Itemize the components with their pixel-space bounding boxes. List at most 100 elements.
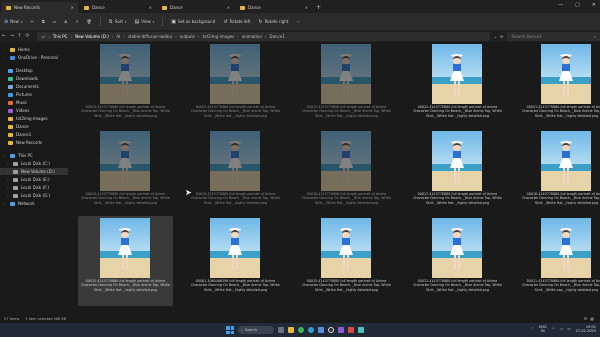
chevron-right-icon[interactable]: › (4, 48, 7, 52)
tiles-view-icon[interactable]: ▦ (590, 316, 594, 321)
tray-overflow-icon[interactable]: ⌃ (531, 327, 534, 331)
wifi-icon[interactable]: ◠ (552, 327, 555, 331)
sidebar-item-network[interactable]: › Network (4, 200, 35, 207)
delete-icon[interactable]: 🗑 (87, 19, 92, 24)
close-icon[interactable]: ✕ (305, 5, 308, 10)
chevron-right-icon[interactable]: › (7, 194, 10, 198)
sidebar-item-videos[interactable]: Videos (8, 107, 29, 114)
sidebar-item-desktop[interactable]: Desktop (8, 67, 33, 74)
sidebar-item-pictures[interactable]: Pictures (8, 91, 32, 98)
sidebar-item-home[interactable]: › Home (4, 46, 30, 53)
close-icon[interactable]: ✕ (592, 2, 596, 8)
chrome-icon[interactable] (298, 327, 304, 333)
view-button[interactable]: ▤ View ▾ (135, 19, 155, 25)
rotate-right-button[interactable]: ↻ Rotate right (258, 19, 288, 25)
taskbar-search[interactable]: ⌕ Search (238, 326, 274, 334)
file-item[interactable]: 00022-4143770880-full length portrait of… (410, 42, 505, 132)
chevron-right-icon[interactable]: › (7, 186, 10, 190)
app-icon[interactable] (358, 327, 364, 333)
set-background-button[interactable]: ▣ Set as background (171, 19, 215, 25)
store-icon[interactable] (318, 327, 324, 333)
sidebar-item-music[interactable]: Music (8, 99, 27, 106)
tab-3[interactable]: Dance ✕ (236, 2, 312, 13)
chevron-right-icon[interactable]: › (7, 170, 10, 174)
sidebar-item-local-disk-e[interactable]: › Local Disk (E:) (7, 176, 50, 183)
tab-0[interactable]: New Records ✕ (2, 2, 78, 13)
file-item[interactable]: 00020-4143770880-full length portrait of… (78, 129, 173, 219)
sidebar-item-txt2img-images[interactable]: txt2img-images (8, 115, 48, 122)
sort-button[interactable]: ⇅ Sort ▾ (109, 19, 127, 25)
sidebar-item-dance1[interactable]: Dance1 (8, 131, 31, 138)
maximize-icon[interactable]: ▢ (575, 2, 580, 8)
file-item[interactable]: 00015-4143770880-full length portrait of… (78, 216, 173, 306)
file-item[interactable]: 00024-4143770880-full length portrait of… (188, 42, 283, 132)
chevron-right-icon[interactable]: › (4, 56, 7, 60)
file-item[interactable]: 00016-4143770880-full length portrait of… (519, 129, 600, 219)
sidebar-item-this-pc[interactable]: › This PC (4, 152, 33, 159)
breadcrumb-item[interactable]: animation (242, 34, 262, 39)
app-icon[interactable] (348, 327, 354, 333)
file-item[interactable]: 00021-4143770880-full length portrait of… (519, 42, 600, 132)
file-item[interactable]: 00011-4143770880-full length portrait of… (519, 216, 600, 306)
chevron-right-icon[interactable]: › (4, 154, 7, 158)
language-indicator[interactable]: ENG IN (539, 325, 547, 333)
breadcrumb-item[interactable]: Dance1 (270, 34, 285, 39)
rotate-left-button[interactable]: ↺ Rotate left (223, 19, 250, 25)
new-button[interactable]: ⊕ New ▾ (4, 19, 22, 25)
file-item[interactable]: 00025-4143770880-full length portrait of… (78, 42, 173, 132)
paste-icon[interactable]: ▭ (53, 19, 57, 24)
file-item[interactable]: 00001-1080486396-full length portrait of… (188, 216, 283, 306)
close-icon[interactable]: ✕ (227, 5, 230, 10)
clock[interactable]: 19:01 27-02-2023 (576, 325, 596, 333)
task-view-icon[interactable] (278, 327, 284, 333)
file-item[interactable]: 00012-4143770880-full length portrait of… (410, 216, 505, 306)
breadcrumb-item[interactable]: This PC (53, 34, 68, 39)
sidebar-item-new-volume-d[interactable]: › New Volume (D:) (0, 168, 68, 175)
file-explorer-icon[interactable] (288, 327, 294, 333)
cut-icon[interactable]: ✂ (30, 19, 33, 24)
chevron-right-icon[interactable]: › (4, 202, 7, 206)
breadcrumb-item[interactable]: New Volume (D:) (75, 34, 109, 39)
close-icon[interactable]: ✕ (149, 5, 152, 10)
more-options-icon[interactable]: ··· (296, 19, 300, 24)
sidebar-item-local-disk-g[interactable]: › Local Disk (G:) (7, 192, 50, 199)
tab-2[interactable]: Dance ✕ (158, 2, 234, 13)
breadcrumb-item[interactable]: txt2img-images (203, 34, 235, 39)
forward-icon[interactable]: → (8, 33, 16, 39)
sidebar-item-new-records[interactable]: New Records (8, 139, 42, 146)
minimize-icon[interactable]: — (558, 2, 563, 8)
chevron-right-icon[interactable]: › (7, 178, 10, 182)
breadcrumb-item[interactable]: outputs (180, 34, 195, 39)
edge-icon[interactable] (308, 327, 314, 333)
chevron-right-icon[interactable]: › (7, 162, 10, 166)
breadcrumb-item[interactable]: stable-diffusion-webui (128, 34, 172, 39)
start-button[interactable] (226, 326, 234, 334)
sidebar-item-downloads[interactable]: Downloads (8, 75, 38, 82)
file-item[interactable]: 00023-4143770880-full length portrait of… (299, 42, 394, 132)
close-icon[interactable]: ✕ (71, 5, 74, 10)
file-item[interactable]: 00018-4143770880-full length portrait of… (299, 129, 394, 219)
sidebar-item-documents[interactable]: Documents (8, 83, 39, 90)
file-item[interactable]: 00017-4143770880-full length portrait of… (410, 129, 505, 219)
sidebar-item-local-disk-c[interactable]: › Local Disk (C:) (7, 160, 50, 167)
refresh-icon[interactable]: ⟳ (500, 34, 503, 39)
back-icon[interactable]: ← (0, 33, 8, 39)
volume-icon[interactable]: ◁ (560, 327, 563, 331)
rename-icon[interactable]: Ꭺ (64, 19, 67, 24)
sidebar-item-dance[interactable]: Dance (8, 123, 29, 130)
details-view-icon[interactable]: ☰ (584, 316, 588, 321)
file-item[interactable]: 00019-4143770880-full length portrait of… (188, 129, 283, 219)
tab-1[interactable]: Dance ✕ (80, 2, 156, 13)
new-tab-button[interactable]: + (316, 2, 321, 13)
file-item[interactable]: 00013-4143770880-full length portrait of… (299, 216, 394, 306)
app-icon[interactable] (338, 327, 344, 333)
sidebar-item-local-disk-f[interactable]: › Local Disk (F:) (7, 184, 49, 191)
copy-icon[interactable]: ⧉ (42, 19, 45, 24)
battery-icon[interactable]: ▭ (567, 327, 570, 331)
share-icon[interactable]: ↗ (75, 19, 78, 24)
sidebar-item-onedrive-personal[interactable]: › OneDrive - Personal (4, 54, 58, 61)
up-icon[interactable]: ↑ (16, 33, 24, 39)
breadcrumb-item[interactable]: AI (116, 34, 120, 39)
refresh-icon[interactable]: ⟳ (24, 33, 32, 39)
obs-icon[interactable] (328, 327, 334, 333)
